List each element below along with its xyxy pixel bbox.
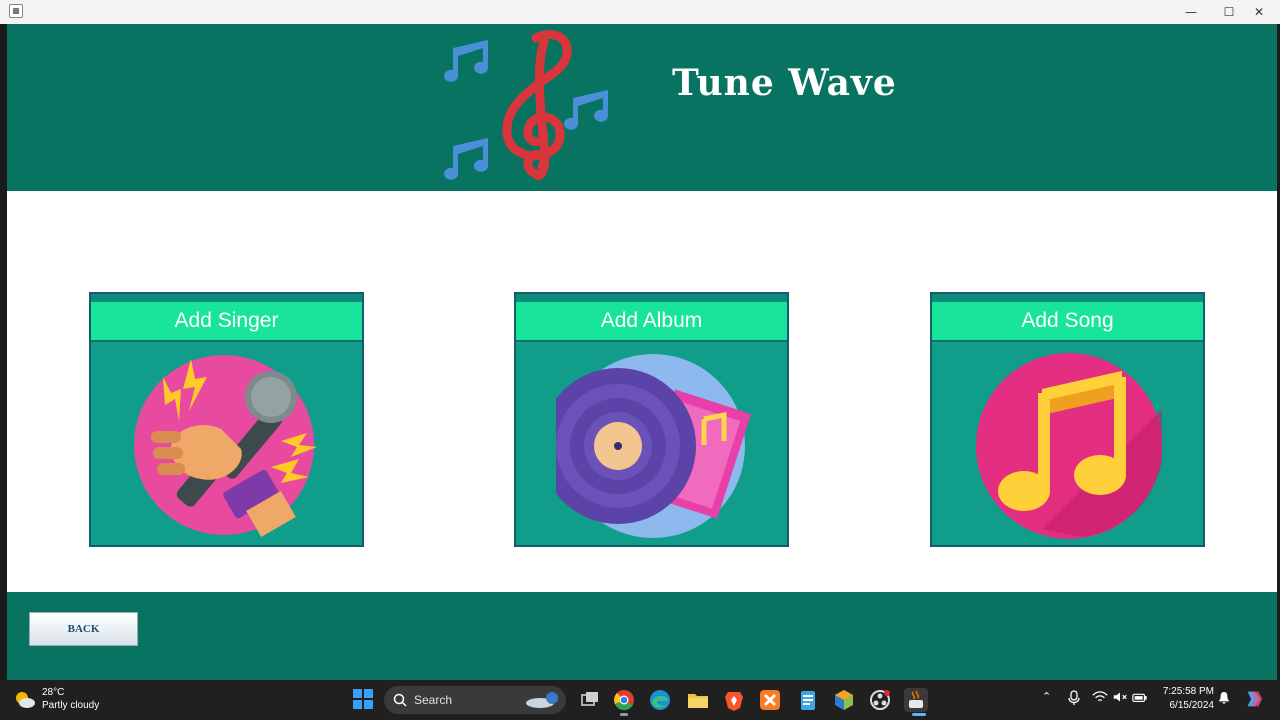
clock-time[interactable]: 7:25:58 PM <box>1156 686 1214 697</box>
notepad-icon[interactable] <box>796 688 820 712</box>
xampp-icon[interactable] <box>758 688 782 712</box>
clock-date[interactable]: 6/15/2024 <box>1156 700 1215 711</box>
file-explorer-icon[interactable] <box>686 688 710 712</box>
notification-bell-icon[interactable] <box>1218 690 1230 710</box>
add-song-label: Add Song <box>1021 309 1114 332</box>
tray-overflow-icon[interactable]: ⌃ <box>1042 690 1051 710</box>
card-top-strip <box>516 294 787 302</box>
microphone-tray-icon[interactable] <box>1068 690 1080 710</box>
chrome-running-indicator <box>620 713 628 716</box>
wifi-icon[interactable] <box>1092 690 1108 710</box>
music-clef-notes-icon <box>444 30 608 181</box>
java-app-icon <box>9 4 23 18</box>
chrome-icon[interactable] <box>612 688 636 712</box>
copilot-icon[interactable] <box>1242 688 1264 708</box>
edge-icon[interactable] <box>648 688 672 712</box>
java-app-taskbar-icon[interactable] <box>904 688 928 712</box>
close-button[interactable]: ✕ <box>1236 0 1280 24</box>
search-placeholder: Search <box>414 693 453 707</box>
battery-icon[interactable] <box>1132 690 1148 710</box>
card-top-strip <box>91 294 362 302</box>
search-highlight-icon <box>526 692 558 708</box>
volume-muted-icon[interactable] <box>1112 690 1128 710</box>
windows-start-icon[interactable] <box>352 688 374 710</box>
title-bar: — ☐ ✕ <box>0 0 1280 24</box>
app-window: — ☐ ✕ Tune Wave Add Singer Add Album Add… <box>0 0 1280 680</box>
brave-icon[interactable] <box>722 688 746 712</box>
add-singer-header[interactable]: Add Singer <box>91 302 362 342</box>
app-title: Tune Wave <box>672 62 897 104</box>
taskbar <box>0 680 1280 720</box>
obs-icon[interactable] <box>868 688 892 712</box>
add-song-header[interactable]: Add Song <box>932 302 1203 342</box>
java-running-indicator <box>912 713 926 716</box>
add-singer-card[interactable]: Add Singer <box>89 292 364 547</box>
add-singer-label: Add Singer <box>174 309 279 332</box>
weather-description: Partly cloudy <box>42 700 100 711</box>
task-view-icon[interactable] <box>578 688 602 712</box>
search-icon <box>393 693 407 707</box>
vinyl-record-icon <box>556 354 751 538</box>
taskbar-search-box[interactable]: Search <box>384 686 566 714</box>
partly-cloudy-icon <box>16 692 35 708</box>
card-top-strip <box>932 294 1203 302</box>
add-album-label: Add Album <box>600 309 703 332</box>
back-button[interactable]: BACK <box>29 612 138 646</box>
weather-widget[interactable]: 28°C Partly cloudy <box>14 686 134 716</box>
netbeans-icon[interactable] <box>832 688 856 712</box>
add-song-card[interactable]: Add Song <box>930 292 1205 547</box>
microphone-icon <box>134 355 317 537</box>
weather-temperature: 28°C <box>42 687 65 698</box>
add-album-header[interactable]: Add Album <box>516 302 787 342</box>
header-banner <box>7 24 1277 191</box>
music-note-icon <box>976 353 1162 539</box>
footer-bar <box>7 592 1277 680</box>
add-album-card[interactable]: Add Album <box>514 292 789 547</box>
window-frame-left <box>0 24 7 680</box>
